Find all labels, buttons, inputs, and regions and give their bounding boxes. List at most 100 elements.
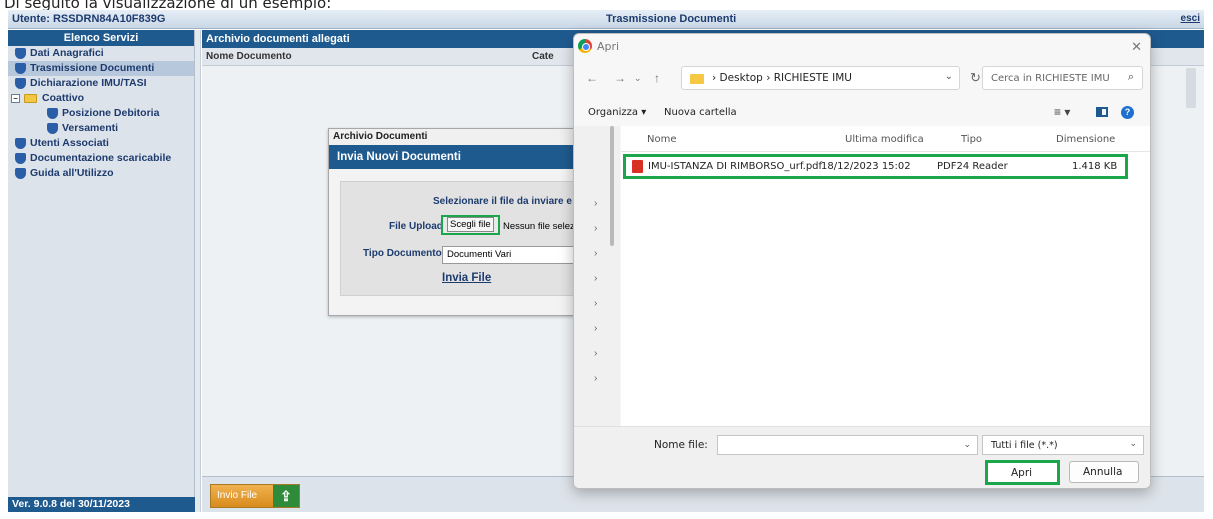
column-header-categoria[interactable]: Cate [532, 48, 554, 66]
file-list-header: Nome Ultima modifica Tipo Dimensione [621, 126, 1150, 152]
chevron-right-icon[interactable]: › [594, 373, 597, 384]
breadcrumb-desktop[interactable]: Desktop [720, 72, 763, 84]
doc-type-select[interactable]: Documenti Vari [442, 246, 592, 264]
modal-window-title: Archivio Documenti [329, 129, 577, 145]
search-icon: ⌕ [1127, 71, 1134, 83]
sidebar-item-coattivo[interactable]: − Coattivo [8, 91, 194, 106]
sidebar-item-documentazione[interactable]: Documentazione scaricabile [8, 151, 194, 166]
sidebar-item-guida[interactable]: Guida all'Utilizzo [8, 166, 194, 181]
sidebar-item-trasmissione-documenti[interactable]: Trasmissione Documenti [8, 61, 194, 76]
upload-hint: Selezionare il file da inviare e pren [433, 196, 597, 207]
filename-input[interactable]: ⌄ [717, 435, 978, 455]
chevron-down-icon[interactable]: ⌄ [634, 73, 642, 84]
chevron-right-icon[interactable]: › [594, 298, 597, 309]
chevron-right-icon[interactable]: › [594, 198, 597, 209]
help-icon[interactable]: ? [1121, 106, 1134, 119]
top-bar: Utente: RSSDRN84A10F839G Trasmissione Do… [8, 10, 1204, 29]
sidebar-item-label: Guida all'Utilizzo [30, 167, 114, 179]
sidebar-item-label: Coattivo [42, 92, 84, 104]
chevron-down-icon[interactable]: ⌄ [945, 71, 953, 82]
file-open-dialog: Apri ✕ ← → ⌄ ↑ › Desktop › RICHIESTE IMU… [573, 33, 1151, 489]
send-file-link[interactable]: Invia File [442, 272, 491, 284]
modal-header: Invia Nuovi Documenti [329, 145, 577, 169]
sidebar-item-utenti-associati[interactable]: Utenti Associati [8, 136, 194, 151]
forward-icon[interactable]: → [614, 71, 626, 85]
upload-modal: Archivio Documenti Invia Nuovi Documenti… [328, 128, 596, 316]
sidebar-splitter[interactable] [195, 30, 201, 512]
file-name: IMU-ISTANZA DI RIMBORSO_urf.pdf [648, 161, 823, 172]
chevron-right-icon[interactable]: › [594, 273, 597, 284]
address-bar[interactable]: › Desktop › RICHIESTE IMU ⌄ [681, 66, 960, 90]
invio-file-button[interactable]: Invio File ⇪ [210, 484, 300, 508]
logout-link[interactable]: esci [1181, 13, 1200, 24]
organize-menu[interactable]: Organizza ▾ [588, 107, 646, 118]
scrollbar[interactable] [610, 126, 614, 246]
chevron-right-icon[interactable]: › [594, 223, 597, 234]
file-row[interactable]: IMU-ISTANZA DI RIMBORSO_urf.pdf 18/12/20… [623, 154, 1128, 179]
upload-icon: ⇪ [273, 485, 299, 507]
file-type-filter[interactable]: Tutti i file (*.*) ⌄ [982, 435, 1144, 455]
invio-file-label: Invio File [217, 490, 258, 501]
file-size: 1.418 KB [1072, 161, 1118, 172]
shield-icon [15, 138, 26, 149]
sidebar-item-label: Documentazione scaricabile [30, 152, 172, 164]
chevron-right-icon[interactable]: › [594, 248, 597, 259]
search-placeholder: Cerca in RICHIESTE IMU [991, 73, 1110, 84]
chevron-right-icon[interactable]: › [594, 348, 597, 359]
up-icon[interactable]: ↑ [654, 71, 660, 85]
chevron-down-icon[interactable]: ⌄ [963, 439, 971, 450]
file-list: Nome Ultima modifica Tipo Dimensione IMU… [621, 126, 1150, 426]
open-button[interactable]: Apri [985, 460, 1060, 485]
column-header-nome[interactable]: Nome Documento [206, 48, 292, 66]
upload-form: Selezionare il file da inviare e pren Fi… [340, 181, 596, 296]
dialog-titlebar: Apri ✕ [574, 34, 1150, 60]
file-type-filter-value: Tutti i file (*.*) [991, 440, 1058, 451]
view-options-icon[interactable]: ≡ ▾ [1054, 105, 1070, 119]
back-icon[interactable]: ← [586, 71, 598, 85]
sidebar-item-label: Posizione Debitoria [62, 107, 160, 119]
preview-pane-icon[interactable] [1096, 107, 1108, 117]
close-icon[interactable]: ✕ [1131, 39, 1142, 55]
sidebar-item-posizione-debitoria[interactable]: Posizione Debitoria [8, 106, 194, 121]
column-header-type[interactable]: Tipo [961, 134, 982, 145]
cancel-button[interactable]: Annulla [1069, 461, 1139, 483]
chrome-icon [578, 39, 592, 53]
sidebar-item-dichiarazione[interactable]: Dichiarazione IMU/TASI [8, 76, 194, 91]
sidebar-item-dati-anagrafici[interactable]: Dati Anagrafici [8, 46, 194, 61]
pdf-file-icon [632, 160, 643, 173]
sidebar-item-versamenti[interactable]: Versamenti [8, 121, 194, 136]
dialog-footer: Nome file: ⌄ Tutti i file (*.*) ⌄ Apri A… [574, 426, 1150, 488]
sidebar-item-label: Dati Anagrafici [30, 47, 104, 59]
sidebar-item-label: Trasmissione Documenti [30, 62, 155, 74]
breadcrumb: › Desktop › RICHIESTE IMU [712, 72, 852, 84]
refresh-icon[interactable]: ↻ [970, 70, 981, 86]
shield-icon [15, 78, 26, 89]
choose-file-button[interactable]: Scegli file [441, 215, 500, 235]
user-label: Utente: RSSDRN84A10F839G [12, 13, 166, 25]
chevron-down-icon: ⌄ [1129, 439, 1137, 449]
shield-icon [47, 123, 58, 134]
cancel-button-label: Annulla [1083, 466, 1123, 478]
sidebar: Elenco Servizi Dati Anagrafici Trasmissi… [8, 30, 195, 512]
folder-icon [24, 94, 37, 103]
command-bar: Organizza ▾ Nuova cartella ≡ ▾ ? [574, 102, 1150, 124]
chevron-right-icon[interactable]: › [594, 323, 597, 334]
screen: Di seguito la visualizzazione di un esem… [0, 0, 1213, 519]
column-header-size[interactable]: Dimensione [1056, 134, 1115, 145]
new-folder-button[interactable]: Nuova cartella [664, 107, 737, 118]
scrollbar[interactable] [1186, 68, 1196, 108]
dialog-title: Apri [597, 40, 620, 53]
navigation-bar: ← → ⌄ ↑ › Desktop › RICHIESTE IMU ⌄ ↻ Ce… [574, 66, 1150, 92]
doc-type-label: Tipo Documento [363, 248, 442, 259]
page-title: Trasmissione Documenti [606, 13, 737, 25]
column-header-modified[interactable]: Ultima modifica [845, 134, 924, 145]
search-input[interactable]: Cerca in RICHIESTE IMU ⌕ [982, 66, 1143, 90]
collapse-toggle-icon[interactable]: − [11, 94, 20, 103]
column-header-name[interactable]: Nome [647, 134, 677, 145]
breadcrumb-richieste-imu[interactable]: RICHIESTE IMU [774, 72, 852, 84]
choose-file-label: Scegli file [447, 217, 494, 232]
shield-icon [47, 108, 58, 119]
file-modified: 18/12/2023 15:02 [821, 161, 911, 172]
version-label: Ver. 9.0.8 del 30/11/2023 [8, 497, 195, 512]
shield-icon [15, 48, 26, 59]
